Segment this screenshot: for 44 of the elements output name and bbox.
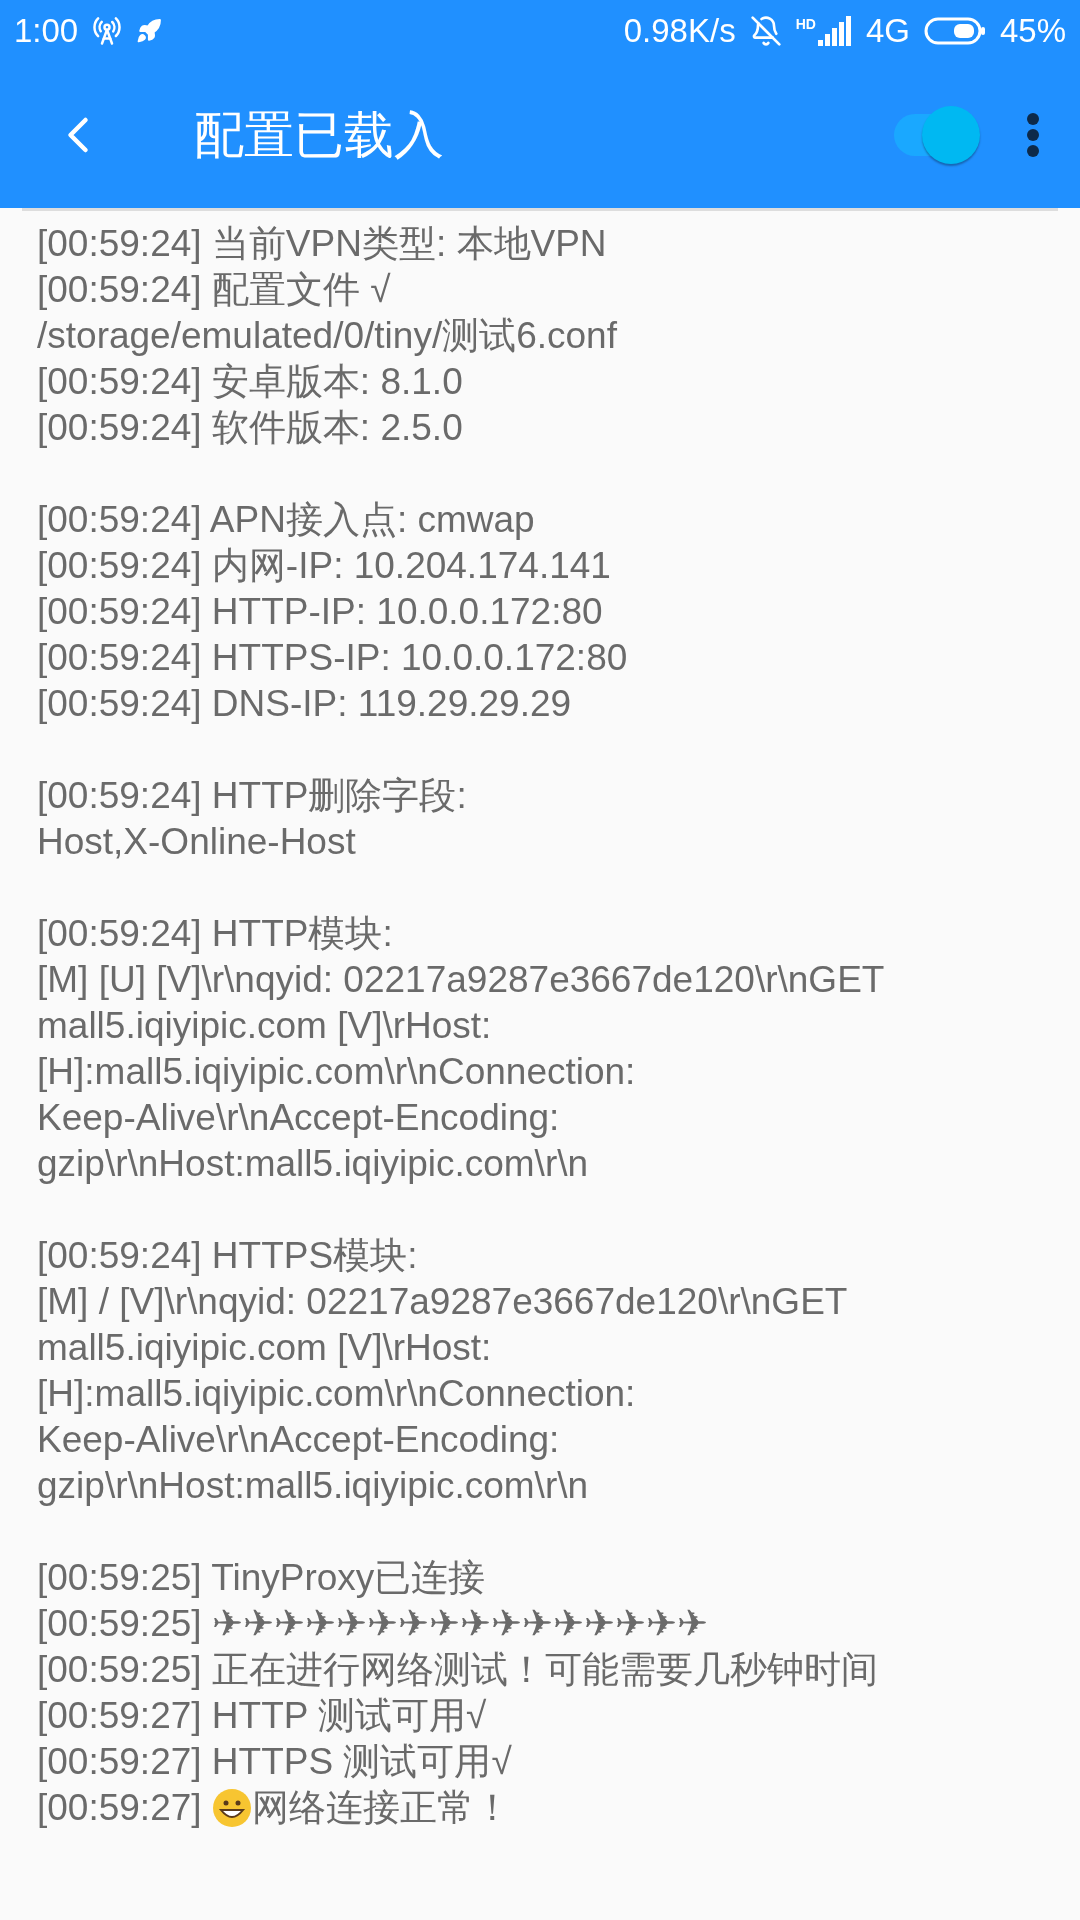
log-line: [00:59:27] HTTPS 测试可用√ bbox=[37, 1740, 513, 1784]
log-line: [00:59:24] 当前VPN类型: 本地VPN bbox=[37, 222, 608, 266]
log-line: gzip\r\nHost:mall5.iqiyipic.com\r\n bbox=[37, 1142, 590, 1186]
log-line: [00:59:27] bbox=[37, 1786, 202, 1830]
log-line: [00:59:24] 内网-IP: 10.204.174.141 bbox=[37, 544, 612, 588]
antenna-icon bbox=[92, 16, 123, 46]
battery-icon bbox=[923, 16, 986, 46]
log-line: [00:59:24] 软件版本: 2.5.0 bbox=[37, 406, 464, 450]
signal-icon bbox=[817, 16, 852, 46]
log-line: [00:59:24] 安卓版本: 8.1.0 bbox=[37, 360, 464, 404]
hd-label: HD bbox=[795, 16, 816, 32]
log-line: [00:59:24] APN接入点: cmwap bbox=[37, 498, 536, 542]
log-line: [M] / [V]\r\nqyid: 02217a9287e3667de120\r\nGET bbox=[37, 1280, 849, 1324]
log-line: [H]:mall5.iqiyipic.com\r\nConnection: bbox=[37, 1050, 637, 1094]
smiley-icon bbox=[211, 1788, 252, 1828]
log-line: [00:59:24] HTTPS-IP: 10.0.0.172:80 bbox=[37, 636, 629, 680]
log-line: [00:59:24] DNS-IP: 119.29.29.29 bbox=[37, 682, 573, 726]
network-type: 4G bbox=[865, 12, 910, 50]
page-title: 配置已载入 bbox=[194, 105, 444, 165]
network-speed: 0.98K/s bbox=[623, 12, 736, 50]
log-line: [00:59:25] TinyProxy已连接 bbox=[37, 1556, 487, 1600]
log-line: [00:59:24] HTTP-IP: 10.0.0.172:80 bbox=[37, 590, 604, 634]
log-line: [00:59:27] HTTP 测试可用√ bbox=[37, 1694, 488, 1738]
log-line: 网络连接正常！ bbox=[251, 1786, 511, 1830]
more-icon[interactable] bbox=[1026, 112, 1040, 158]
bell-off-icon bbox=[749, 15, 782, 47]
log-line: Host,X-Online-Host bbox=[37, 820, 357, 864]
log-line: [M] [U] [V]\r\nqyid: 02217a9287e3667de120\r\nGET bbox=[37, 958, 886, 1002]
status-time: 1:00 bbox=[14, 12, 79, 50]
log-line: /storage/emulated/0/tiny/测试6.conf bbox=[37, 314, 618, 358]
log-line: [00:59:25] ✈✈✈✈✈✈✈✈✈✈✈✈✈✈✈✈ bbox=[37, 1602, 709, 1646]
log-line: mall5.iqiyipic.com [V]\rHost: bbox=[37, 1004, 493, 1048]
log-line: [00:59:25] 正在进行网络测试！可能需要几秒钟时间 bbox=[37, 1648, 879, 1692]
log-line: [00:59:24] HTTP删除字段: bbox=[37, 774, 468, 818]
log-line: gzip\r\nHost:mall5.iqiyipic.com\r\n bbox=[37, 1464, 590, 1508]
log-line: mall5.iqiyipic.com [V]\rHost: bbox=[37, 1326, 493, 1370]
rocket-icon bbox=[136, 18, 163, 44]
log-line: [00:59:24] HTTP模块: bbox=[37, 912, 394, 956]
log-line: Keep-Alive\r\nAccept-Encoding: bbox=[37, 1418, 561, 1462]
battery-percent: 45% bbox=[999, 12, 1066, 50]
log-line: Keep-Alive\r\nAccept-Encoding: bbox=[37, 1096, 561, 1140]
log-line: [00:59:24] 配置文件 √ bbox=[37, 268, 392, 312]
log-line: [00:59:24] HTTPS模块: bbox=[37, 1234, 419, 1278]
log-line: [H]:mall5.iqiyipic.com\r\nConnection: bbox=[37, 1372, 637, 1416]
